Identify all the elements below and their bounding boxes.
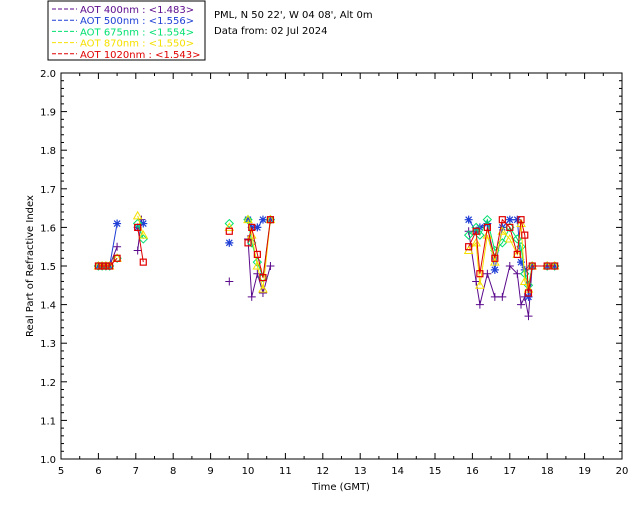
legend-label: AOT 870nm : <1.550> <box>80 39 194 50</box>
y-tick-label: 1.1 <box>40 416 56 427</box>
x-tick-label: 13 <box>354 466 367 477</box>
x-tick-label: 15 <box>429 466 442 477</box>
chart-svg: AOT 400nm : <1.483>AOT 500nm : <1.556>AO… <box>25 0 629 493</box>
legend-label: AOT 500nm : <1.556> <box>80 16 194 27</box>
x-tick-label: 19 <box>578 466 591 477</box>
x-tick-label: 5 <box>58 466 64 477</box>
x-tick-label: 9 <box>207 466 213 477</box>
series-layer <box>93 210 560 321</box>
x-tick-label: 12 <box>316 466 329 477</box>
y-axis-label: Real Part of Refractive Index <box>25 195 36 337</box>
data-point <box>483 269 492 278</box>
x-tick-labels: 5 6 7 8 9 10 11 12 13 14 15 16 17 18 19 20 <box>58 466 629 477</box>
data-point <box>225 238 234 247</box>
y-tick-label: 1.4 <box>40 301 56 312</box>
data-point <box>464 215 473 224</box>
data-point <box>498 292 507 301</box>
date-info-text: Data from: 02 Jul 2024 <box>214 26 327 37</box>
x-tick-label: 18 <box>541 466 554 477</box>
site-info-text: PML, N 50 22', W 04 08', Alt 0m <box>214 10 373 21</box>
y-tick-label: 1.0 <box>40 455 56 466</box>
y-tick-label: 1.2 <box>40 378 56 389</box>
data-point <box>524 312 533 321</box>
data-point <box>113 219 122 228</box>
legend-label: AOT 675nm : <1.554> <box>80 27 194 38</box>
data-point <box>113 242 122 251</box>
y-tick-label: 1.7 <box>40 185 56 196</box>
y-tick-label: 1.9 <box>40 108 56 119</box>
y-tick-label: 1.3 <box>40 339 56 350</box>
data-point <box>247 292 256 301</box>
data-point <box>517 300 526 309</box>
data-point <box>505 215 514 224</box>
x-tick-label: 16 <box>466 466 479 477</box>
y-tick-labels: 1.0 1.1 1.2 1.3 1.4 1.5 1.6 1.7 1.8 1.9 2.0 <box>40 69 56 466</box>
data-point <box>225 277 234 286</box>
data-point <box>225 227 233 235</box>
y-tick-label: 2.0 <box>40 69 56 80</box>
data-point <box>132 210 143 220</box>
x-tick-label: 11 <box>279 466 292 477</box>
x-tick-label: 20 <box>616 466 629 477</box>
legend-label: AOT 400nm : <1.483> <box>80 5 194 16</box>
x-tick-label: 10 <box>242 466 255 477</box>
data-point <box>266 262 275 270</box>
y-tick-label: 1.8 <box>40 146 56 157</box>
x-tick-label: 8 <box>170 466 176 477</box>
x-tick-label: 6 <box>95 466 101 477</box>
x-tick-label: 14 <box>391 466 404 477</box>
legend: AOT 400nm : <1.483>AOT 500nm : <1.556>AO… <box>47 0 206 61</box>
y-tick-label: 1.6 <box>40 223 56 234</box>
refractive-index-chart: AOT 400nm : <1.483> AOT 500nm : <1.556> AO… <box>0 0 640 512</box>
y-tick-label: 1.5 <box>40 262 56 273</box>
data-point <box>475 300 484 309</box>
data-point <box>490 292 499 301</box>
data-point <box>133 246 142 255</box>
x-axis-label: Time (GMT) <box>311 482 370 493</box>
x-tick-label: 7 <box>133 466 139 477</box>
data-point <box>490 265 499 274</box>
x-tick-label: 17 <box>503 466 516 477</box>
legend-label: AOT 1020nm : <1.543> <box>80 50 200 61</box>
